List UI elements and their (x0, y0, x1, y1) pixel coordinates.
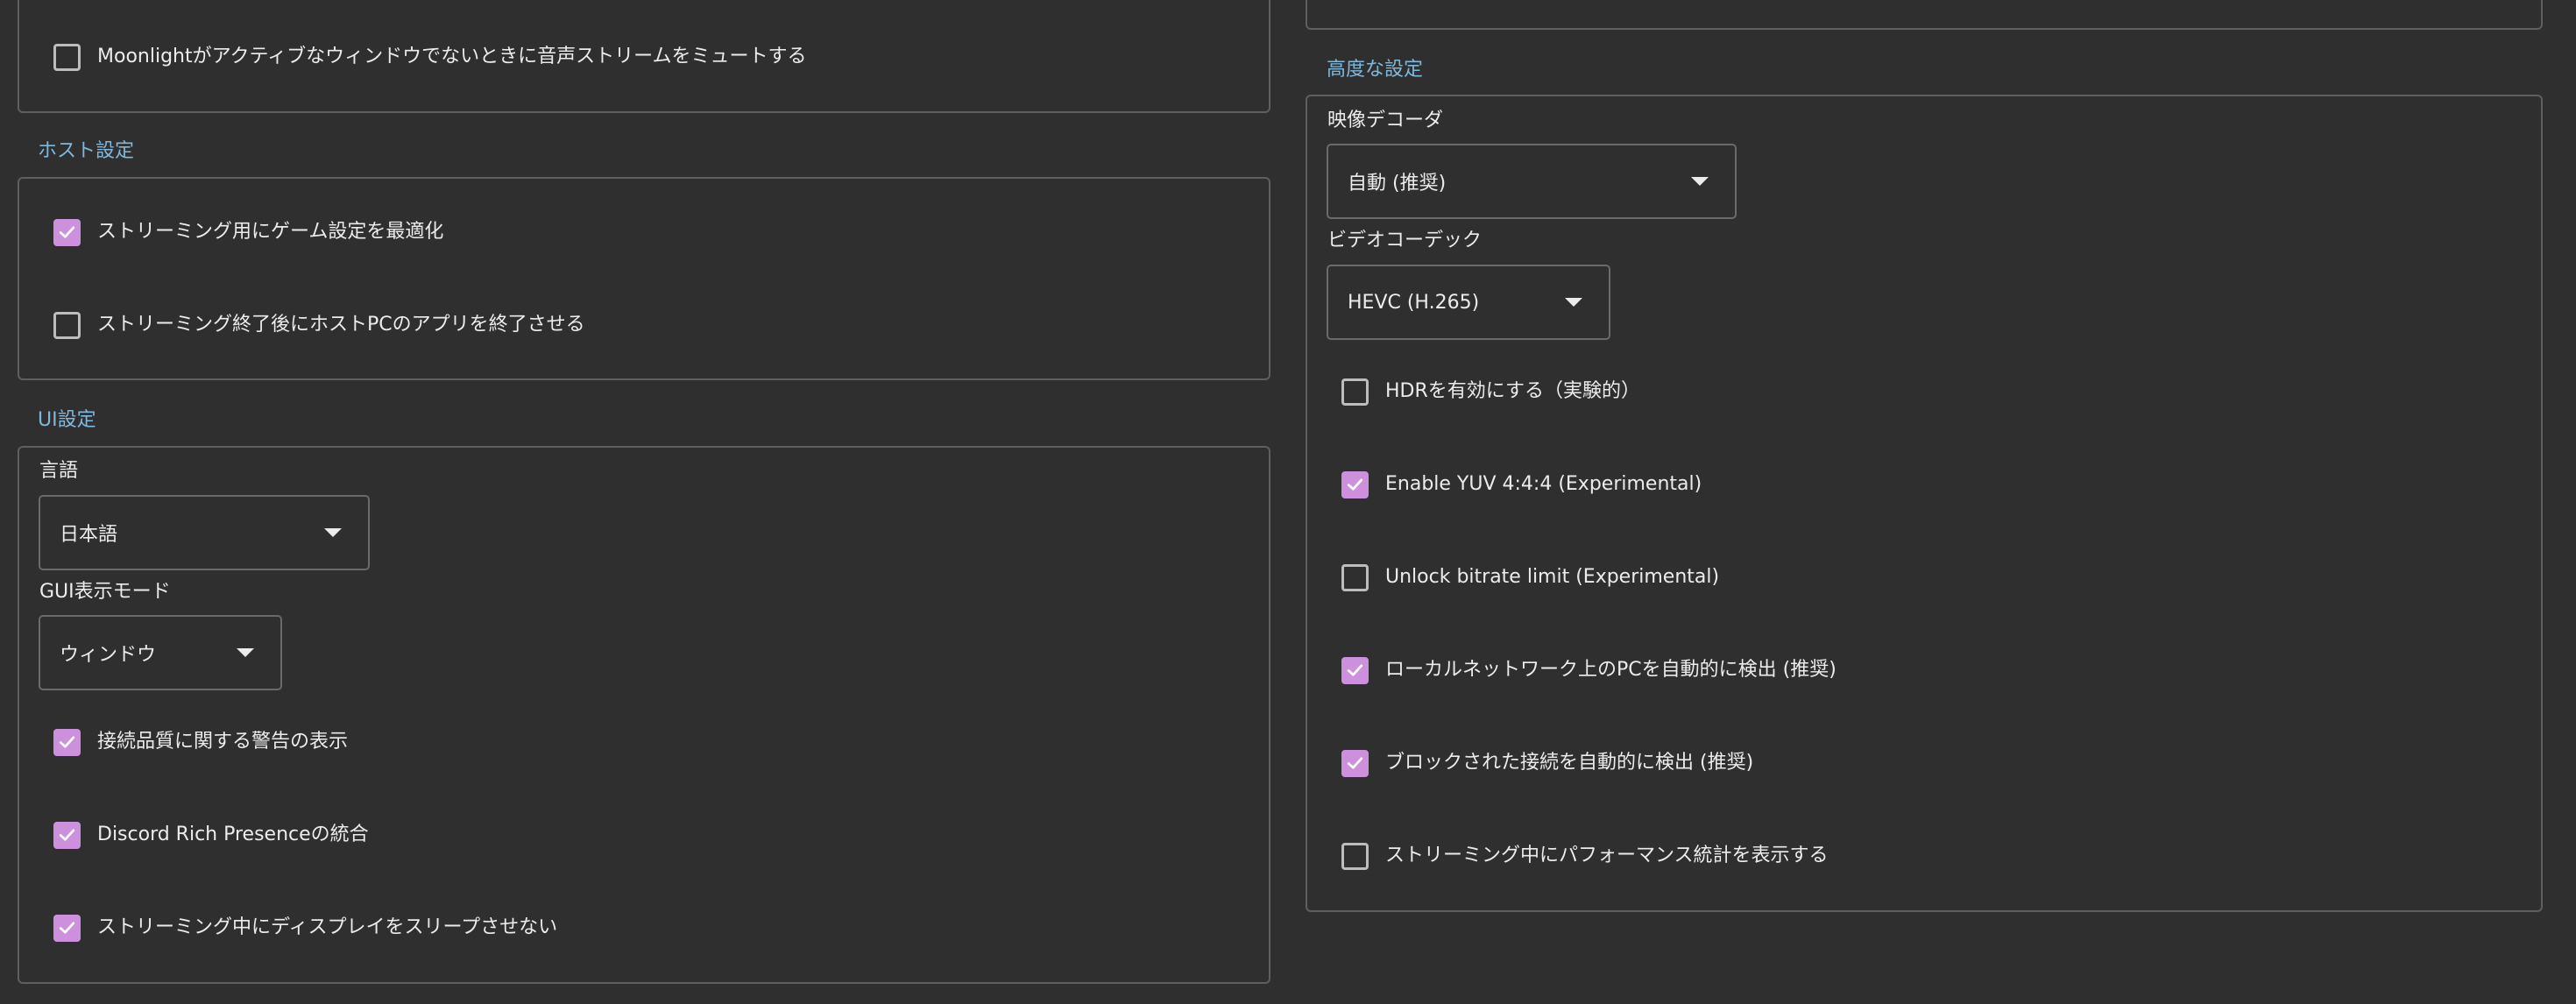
chevron-down-icon (1565, 298, 1582, 307)
checkbox-box (53, 311, 81, 339)
unlock-bitrate-label: Unlock bitrate limit (Experimental) (1385, 566, 1720, 588)
checkmark-icon (59, 226, 75, 238)
previous-settings-group (1306, 0, 2543, 30)
checkbox-box (1341, 749, 1369, 777)
discord-presence-label: Discord Rich Presenceの統合 (97, 824, 369, 845)
video-decoder-label: 映像デコーダ (1327, 110, 1444, 131)
video-codec-value: HEVC (H.265) (1348, 291, 1480, 314)
checkbox-box (1341, 842, 1369, 870)
discord-presence-checkbox[interactable]: Discord Rich Presenceの統合 (53, 816, 369, 854)
detect-blocked-checkbox[interactable]: ブロックされた接続を自動的に検出 (推奨) (1341, 744, 1753, 782)
advanced-settings-title: 高度な設定 (1327, 59, 1424, 81)
checkmark-icon (1347, 757, 1363, 769)
checkbox-box (53, 43, 81, 71)
show-perf-stats-checkbox[interactable]: ストリーミング中にパフォーマンス統計を表示する (1341, 837, 1829, 875)
quit-app-after-label: ストリーミング終了後にホストPCのアプリを終了させる (97, 314, 585, 336)
video-codec-dropdown[interactable]: HEVC (H.265) (1327, 265, 1610, 340)
ui-settings-title: UI設定 (38, 409, 96, 431)
checkbox-box (53, 728, 81, 756)
language-dropdown[interactable]: 日本語 (39, 495, 370, 570)
checkbox-box (1341, 378, 1369, 406)
yuv444-label: Enable YUV 4:4:4 (Experimental) (1385, 473, 1702, 495)
show-perf-stats-label: ストリーミング中にパフォーマンス統計を表示する (1385, 845, 1829, 866)
gui-mode-value: ウィンドウ (60, 644, 157, 666)
connection-warnings-label: 接続品質に関する警告の表示 (97, 731, 349, 753)
checkbox-box (1341, 470, 1369, 498)
checkbox-box (1341, 656, 1369, 684)
detect-blocked-label: ブロックされた接続を自動的に検出 (推奨) (1385, 752, 1754, 774)
mute-on-inactive-label: Moonlightがアクティブなウィンドウでないときに音声ストリームをミュートす… (97, 46, 807, 67)
checkbox-box (53, 821, 81, 849)
gui-mode-dropdown[interactable]: ウィンドウ (39, 615, 282, 690)
chevron-down-icon (237, 648, 254, 657)
chevron-down-icon (324, 528, 342, 537)
quit-app-after-checkbox[interactable]: ストリーミング終了後にホストPCのアプリを終了させる (53, 306, 585, 344)
optimize-game-settings-checkbox[interactable]: ストリーミング用にゲーム設定を最適化 (53, 213, 443, 251)
checkbox-box (53, 218, 81, 246)
hdr-checkbox[interactable]: HDRを有効にする（実験的） (1341, 372, 1640, 411)
video-codec-label: ビデオコーデック (1327, 230, 1483, 251)
video-decoder-dropdown[interactable]: 自動 (推奨) (1327, 144, 1737, 219)
host-settings-title: ホスト設定 (38, 140, 135, 162)
hdr-label: HDRを有効にする（実験的） (1385, 380, 1640, 402)
language-value: 日本語 (60, 524, 118, 546)
host-settings-group (18, 177, 1270, 380)
video-decoder-value: 自動 (推奨) (1348, 173, 1447, 194)
mute-on-inactive-checkbox[interactable]: Moonlightがアクティブなウィンドウでないときに音声ストリームをミュートす… (53, 38, 807, 76)
checkmark-icon (59, 736, 75, 748)
keep-awake-checkbox[interactable]: ストリーミング中にディスプレイをスリープさせない (53, 909, 557, 947)
chevron-down-icon (1691, 177, 1709, 186)
yuv444-checkbox[interactable]: Enable YUV 4:4:4 (Experimental) (1341, 465, 1702, 504)
checkmark-icon (1347, 478, 1363, 491)
connection-warnings-checkbox[interactable]: 接続品質に関する警告の表示 (53, 723, 348, 761)
checkbox-box (1341, 563, 1369, 591)
language-label: 言語 (39, 460, 79, 482)
checkmark-icon (59, 922, 75, 934)
keep-awake-label: ストリーミング中にディスプレイをスリープさせない (97, 916, 558, 938)
checkmark-icon (59, 829, 75, 841)
checkbox-box (53, 914, 81, 942)
unlock-bitrate-checkbox[interactable]: Unlock bitrate limit (Experimental) (1341, 558, 1719, 597)
detect-local-pcs-label: ローカルネットワーク上のPCを自動的に検出 (推奨) (1385, 659, 1836, 681)
optimize-game-settings-label: ストリーミング用にゲーム設定を最適化 (97, 221, 444, 243)
detect-local-pcs-checkbox[interactable]: ローカルネットワーク上のPCを自動的に検出 (推奨) (1341, 651, 1836, 689)
checkmark-icon (1347, 664, 1363, 676)
settings-view: Moonlightがアクティブなウィンドウでないときに音声ストリームをミュートす… (0, 0, 2576, 1004)
gui-mode-label: GUI表示モード (39, 581, 171, 603)
